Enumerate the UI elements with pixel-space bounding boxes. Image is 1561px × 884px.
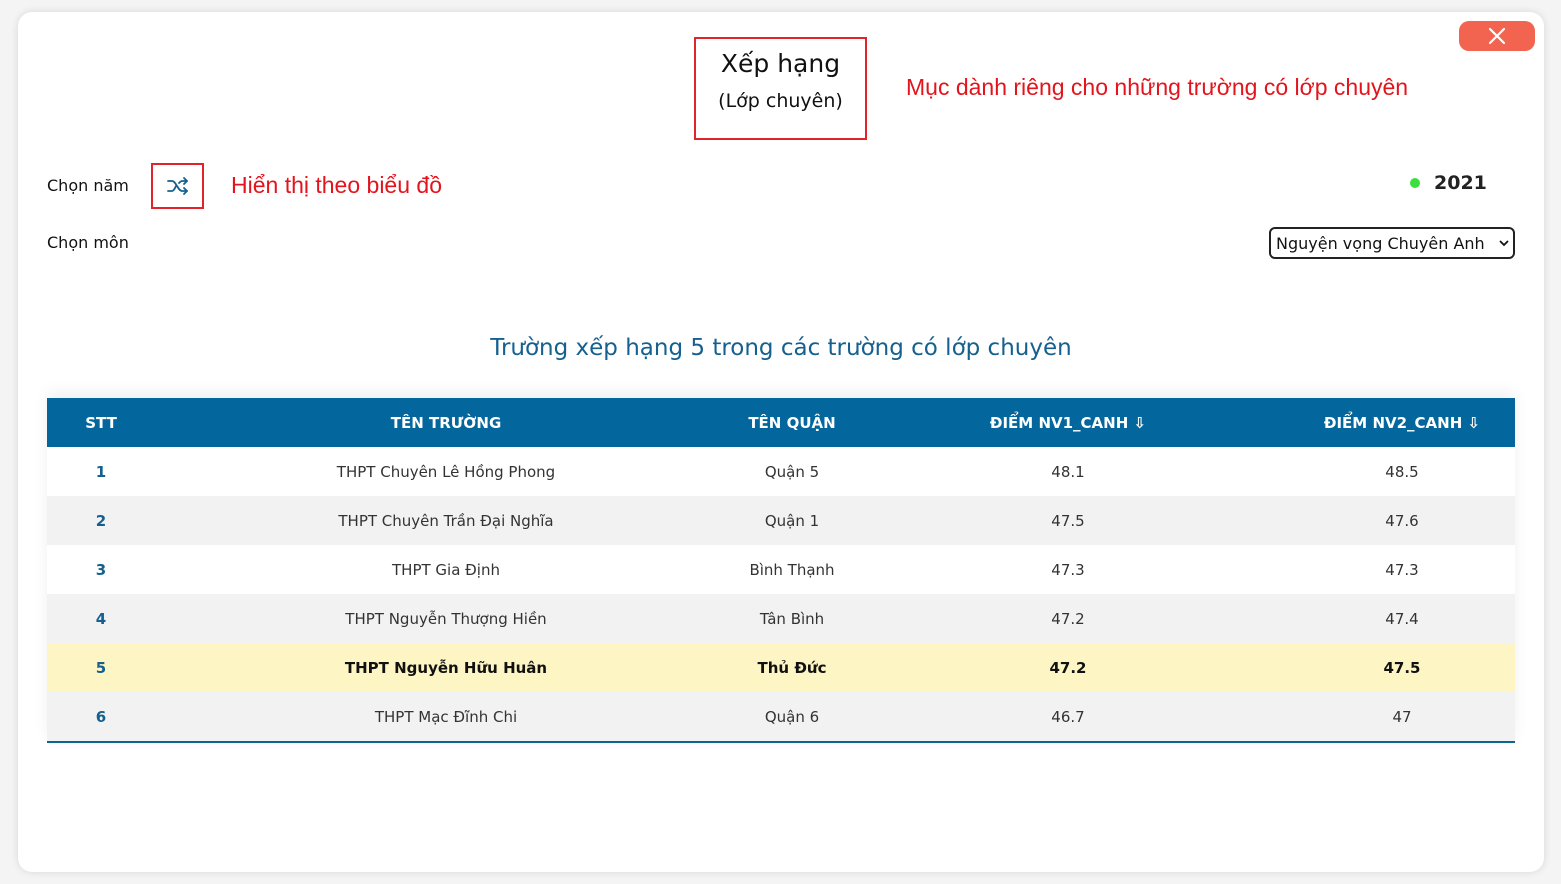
status-dot-icon bbox=[1410, 178, 1420, 188]
column-header-nv1[interactable]: ĐIỂM NV1_CANH ⇩ bbox=[847, 414, 1289, 432]
page-title-box: Xếp hạng (Lớp chuyên) bbox=[694, 37, 867, 140]
column-header-nv2[interactable]: ĐIỂM NV2_CANH ⇩ bbox=[1289, 414, 1515, 432]
cell-school: THPT Chuyên Trần Đại Nghĩa bbox=[338, 511, 554, 530]
close-button[interactable] bbox=[1459, 21, 1535, 51]
cell-stt: 5 bbox=[95, 658, 107, 677]
cell-district: Bình Thạnh bbox=[749, 560, 835, 579]
cell-school: THPT Chuyên Lê Hồng Phong bbox=[336, 462, 556, 481]
cell-school: THPT Mạc Đĩnh Chi bbox=[374, 707, 518, 726]
specialized-note: Mục dành riêng cho những trường có lớp c… bbox=[906, 74, 1409, 100]
cell-district: Quận 1 bbox=[764, 511, 820, 530]
cell-stt: 6 bbox=[95, 707, 107, 726]
cell-district: Thủ Đức bbox=[757, 658, 827, 677]
table-row: 3 THPT Gia Định Bình Thạnh 47.3 47.3 bbox=[47, 545, 1515, 594]
cell-school: THPT Nguyễn Thượng Hiền bbox=[345, 609, 547, 628]
shuffle-icon bbox=[166, 177, 188, 195]
table-row: 2 THPT Chuyên Trần Đại Nghĩa Quận 1 47.5… bbox=[47, 496, 1515, 545]
table-row: 4 THPT Nguyễn Thượng Hiền Tân Bình 47.2 … bbox=[47, 594, 1515, 643]
cell-stt: 3 bbox=[95, 560, 107, 579]
cell-nv2: 47.4 bbox=[1385, 609, 1419, 628]
table-row: 1 THPT Chuyên Lê Hồng Phong Quận 5 48.1 … bbox=[47, 447, 1515, 496]
column-header-stt: STT bbox=[85, 413, 117, 432]
cell-district: Tân Bình bbox=[759, 609, 825, 628]
year-value: 2021 bbox=[1434, 172, 1487, 194]
table-header: STT TÊN TRƯỜNG TÊN QUẬN ĐIỂM NV1_CANH ⇩ … bbox=[47, 398, 1515, 447]
chevron-down-icon bbox=[1499, 236, 1513, 250]
cell-nv1: 47.3 bbox=[1051, 560, 1085, 579]
cell-nv1: 47.2 bbox=[1051, 609, 1085, 628]
chart-note: Hiển thị theo biểu đồ bbox=[231, 172, 442, 198]
page-title: Xếp hạng bbox=[720, 49, 841, 78]
chart-toggle-button[interactable] bbox=[151, 163, 204, 209]
cell-nv2: 48.5 bbox=[1385, 462, 1419, 481]
cell-district: Quận 5 bbox=[764, 462, 820, 481]
cell-district: Quận 6 bbox=[764, 707, 820, 726]
cell-stt: 2 bbox=[95, 511, 107, 530]
column-header-school: TÊN TRƯỜNG bbox=[390, 413, 502, 432]
page-subtitle: (Lớp chuyên) bbox=[718, 90, 843, 112]
table-row-highlighted: 5 THPT Nguyễn Hữu Huân Thủ Đức 47.2 47.5 bbox=[47, 643, 1515, 692]
cell-nv1: 47.2 bbox=[1049, 658, 1087, 677]
cell-stt: 1 bbox=[95, 462, 107, 481]
subject-label: Chọn môn bbox=[47, 233, 129, 252]
cell-school: THPT Gia Định bbox=[392, 560, 500, 579]
cell-nv1: 48.1 bbox=[1051, 462, 1085, 481]
cell-nv2: 47.6 bbox=[1385, 511, 1419, 530]
year-selector[interactable]: 2021 bbox=[1410, 172, 1487, 194]
ranking-modal: Xếp hạng (Lớp chuyên) Mục dành riêng cho… bbox=[18, 12, 1544, 872]
close-icon bbox=[1488, 27, 1506, 45]
column-header-district: TÊN QUẬN bbox=[748, 413, 836, 432]
table-title: Trường xếp hạng 5 trong các trường có lớ… bbox=[490, 335, 1072, 361]
year-label: Chọn năm bbox=[47, 176, 129, 195]
cell-nv1: 47.5 bbox=[1051, 511, 1085, 530]
cell-nv1: 46.7 bbox=[1051, 707, 1085, 726]
cell-school: THPT Nguyễn Hữu Huân bbox=[344, 658, 548, 677]
cell-nv2: 47.3 bbox=[1385, 560, 1419, 579]
subject-select-value: Nguyện vọng Chuyên Anh bbox=[1276, 233, 1485, 253]
cell-nv2: 47 bbox=[1392, 707, 1412, 726]
cell-nv2: 47.5 bbox=[1383, 658, 1421, 677]
cell-stt: 4 bbox=[95, 609, 107, 628]
subject-select[interactable]: Nguyện vọng Chuyên Anh bbox=[1269, 227, 1515, 259]
ranking-table: STT TÊN TRƯỜNG TÊN QUẬN ĐIỂM NV1_CANH ⇩ … bbox=[47, 398, 1515, 743]
table-row: 6 THPT Mạc Đĩnh Chi Quận 6 46.7 47 bbox=[47, 692, 1515, 741]
